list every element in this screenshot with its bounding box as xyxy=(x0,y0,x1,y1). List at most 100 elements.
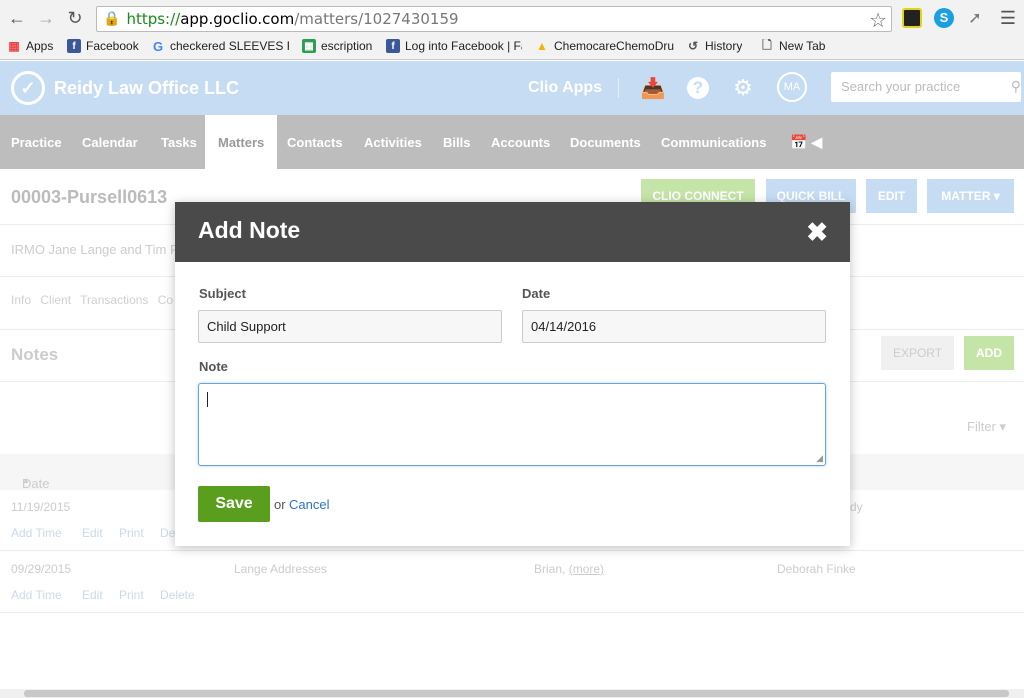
modal-header: Add Note ✖ xyxy=(175,202,850,262)
clio-logo-icon[interactable]: ✓ xyxy=(11,71,45,105)
reload-icon[interactable]: ↻ xyxy=(63,6,87,30)
back-arrow-icon[interactable]: ← xyxy=(5,6,29,30)
bookmark-checkered[interactable]: Gcheckered SLEEVES FA xyxy=(151,39,289,53)
inbox-icon[interactable]: 📥 xyxy=(640,75,666,101)
nav-calendar[interactable]: Calendar xyxy=(82,115,138,169)
tab-communications[interactable]: Co xyxy=(158,293,173,307)
subject-field[interactable]: Child Support xyxy=(198,310,502,343)
page-icon: 🗋 xyxy=(762,39,772,52)
horizontal-scrollbar[interactable] xyxy=(0,689,1024,698)
close-icon[interactable]: ✖ xyxy=(806,219,828,245)
forward-arrow-icon[interactable]: → xyxy=(34,6,58,30)
url-scheme: https:// xyxy=(126,10,181,28)
nav-contacts[interactable]: Contacts xyxy=(287,115,343,169)
row-note: Brian, (more) xyxy=(534,562,604,576)
help-icon[interactable]: ? xyxy=(687,77,709,99)
edit-link[interactable]: Edit xyxy=(82,526,103,540)
bookmark-label: Log into Facebook | Fa xyxy=(405,39,522,53)
bookmark-label: Apps xyxy=(26,39,54,53)
nav-calendar-collapse-icon[interactable]: 📅 ◀ xyxy=(790,115,822,169)
cancel-link[interactable]: Cancel xyxy=(289,497,329,512)
nav-matters[interactable]: Matters xyxy=(205,115,278,169)
print-link[interactable]: Print xyxy=(119,588,144,602)
edit-button[interactable]: EDIT xyxy=(866,179,917,213)
bookmark-history[interactable]: ↺ History xyxy=(686,39,742,53)
note-textarea[interactable]: ◢ xyxy=(198,383,826,466)
modal-title: Add Note xyxy=(198,217,301,243)
save-button[interactable]: Save xyxy=(198,486,270,522)
row-author: dy xyxy=(850,500,863,514)
add-time-link[interactable]: Add Time xyxy=(11,526,62,540)
url-path: /matters/1027430159 xyxy=(294,10,459,28)
settings-gear-icon[interactable]: ⚙ xyxy=(730,75,756,101)
nav-bills[interactable]: Bills xyxy=(443,115,470,169)
nav-documents[interactable]: Documents xyxy=(570,115,641,169)
header-divider xyxy=(618,78,619,98)
tab-client[interactable]: Client xyxy=(40,293,71,307)
row-date: 09/29/2015 xyxy=(11,562,72,576)
extension-target-icon[interactable] xyxy=(902,8,922,28)
bookmark-facebook[interactable]: f Facebook xyxy=(67,39,139,53)
sheets-icon: ▦ xyxy=(302,39,316,53)
matter-title: 00003-Pursell0613 xyxy=(11,187,168,207)
bookmark-new-tab[interactable]: 🗋 New Tab xyxy=(760,39,825,53)
bookmark-escription[interactable]: ▦ escription xyxy=(302,39,372,53)
export-button[interactable]: EXPORT xyxy=(881,336,954,370)
delete-link[interactable]: De xyxy=(160,526,175,540)
nav-practice[interactable]: Practice xyxy=(11,115,62,169)
bookmarks-bar: ▦ Apps f Facebook Gcheckered SLEEVES FA ▦ e… xyxy=(0,36,1024,60)
nav-activities[interactable]: Activities xyxy=(364,115,422,169)
facebook-icon: f xyxy=(386,39,400,53)
menu-icon[interactable]: ☰ xyxy=(998,8,1018,28)
matter-menu-button[interactable]: MATTER ▾ xyxy=(927,179,1014,213)
search-input[interactable]: Search your practice ⚲ xyxy=(831,72,1021,102)
nav-tasks[interactable]: Tasks xyxy=(161,115,197,169)
row-subject: Lange Addresses xyxy=(234,562,327,576)
delete-link[interactable]: Delete xyxy=(160,588,195,602)
row-author: Deborah Finke xyxy=(777,562,856,576)
subject-label: Subject xyxy=(199,286,246,301)
caret-down-icon: ▾ xyxy=(999,419,1007,434)
google-icon: G xyxy=(152,39,164,53)
date-field[interactable]: 04/14/2016 xyxy=(522,310,826,343)
add-time-link[interactable]: Add Time xyxy=(11,588,62,602)
bookmark-label: escription xyxy=(321,39,373,53)
filter-label: Filter xyxy=(967,419,996,434)
browser-toolbar: ← → ↻ 🔒 https://app.goclio.com/matters/1… xyxy=(0,0,1024,36)
url-host: app.goclio.com xyxy=(180,10,295,28)
matter-description: IRMO Jane Lange and Tim P xyxy=(11,242,179,257)
firm-name[interactable]: Reidy Law Office LLC xyxy=(54,78,239,99)
bookmark-chemocare[interactable]: ▲ ChemocareChemoDru xyxy=(535,39,675,53)
add-note-modal: Add Note ✖ Subject Child Support Date 04… xyxy=(175,202,850,546)
skype-icon[interactable]: S xyxy=(934,8,954,28)
bookmark-star-icon[interactable]: ☆ xyxy=(869,8,887,32)
bookmark-apps[interactable]: ▦ Apps xyxy=(7,39,53,53)
date-label: Date xyxy=(522,286,551,301)
bookmark-log-into-facebook[interactable]: f Log into Facebook | Fa xyxy=(386,39,522,53)
tab-transactions[interactable]: Transactions xyxy=(80,293,148,307)
print-link[interactable]: Print xyxy=(119,526,144,540)
address-bar[interactable]: 🔒 https://app.goclio.com/matters/1027430… xyxy=(96,6,892,32)
scrollbar-thumb[interactable] xyxy=(24,690,1009,697)
filter-dropdown[interactable]: Filter ▾ xyxy=(967,419,1006,435)
row-date: 11/19/2015 xyxy=(11,500,71,514)
nav-accounts[interactable]: Accounts xyxy=(491,115,550,169)
edit-link[interactable]: Edit xyxy=(82,588,103,602)
text-caret xyxy=(207,392,208,407)
extension-pen-icon[interactable]: ➚ xyxy=(965,8,985,28)
avatar[interactable]: MA xyxy=(777,72,807,102)
note-label: Note xyxy=(199,359,228,374)
bookmark-label: History xyxy=(705,39,743,53)
clio-apps-link[interactable]: Clio Apps xyxy=(528,79,602,97)
divider xyxy=(0,550,1024,551)
search-icon[interactable]: ⚲ xyxy=(1011,78,1021,95)
facebook-icon: f xyxy=(67,39,81,53)
search-placeholder: Search your practice xyxy=(841,79,961,94)
bookmark-label: ChemocareChemoDru xyxy=(554,39,675,53)
resize-handle-icon[interactable]: ◢ xyxy=(816,454,823,463)
add-note-button[interactable]: ADD xyxy=(964,336,1014,370)
nav-communications[interactable]: Communications xyxy=(661,115,766,169)
more-link[interactable]: (more) xyxy=(569,562,604,576)
tab-info[interactable]: Info xyxy=(11,293,31,307)
sort-asc-icon: ▲ xyxy=(22,476,30,485)
